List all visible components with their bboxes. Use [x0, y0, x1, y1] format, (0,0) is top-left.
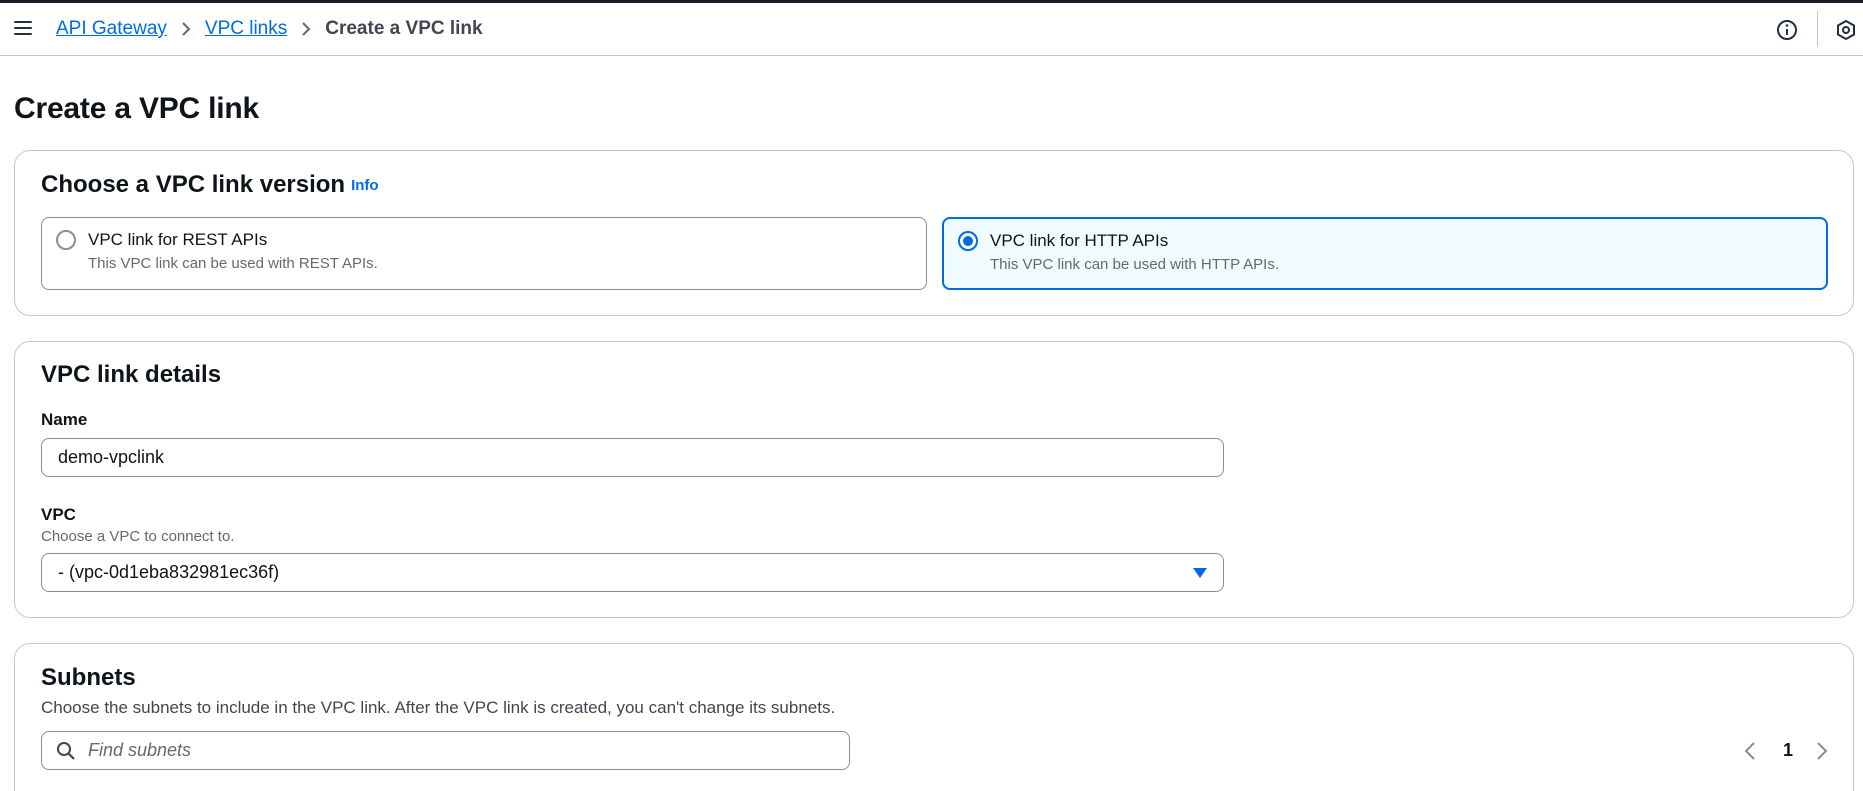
hamburger-menu-icon[interactable]	[14, 21, 32, 37]
option-http-apis-description: This VPC link can be used with HTTP APIs…	[990, 256, 1280, 273]
breadcrumb: API Gateway VPC links Create a VPC link	[56, 17, 483, 41]
chevron-right-icon[interactable]	[1815, 741, 1829, 761]
top-navigation-bar: API Gateway VPC links Create a VPC link	[0, 3, 1863, 56]
vpc-field-description: Choose a VPC to connect to.	[41, 528, 235, 545]
vpc-select[interactable]: - (vpc-0d1eba832981ec36f)	[41, 553, 1224, 592]
pagination-current-page[interactable]: 1	[1783, 740, 1793, 761]
details-section-title: VPC link details	[41, 361, 222, 388]
subnets-section-description: Choose the subnets to include in the VPC…	[41, 698, 836, 717]
vpc-field-label: VPC	[41, 505, 76, 524]
version-section-title: Choose a VPC link version	[41, 171, 346, 198]
option-rest-apis-description: This VPC link can be used with REST APIs…	[88, 255, 378, 272]
page-title: Create a VPC link	[14, 92, 260, 125]
header-divider	[1817, 11, 1818, 47]
hexagon-settings-icon[interactable]	[1835, 19, 1857, 41]
chevron-left-icon[interactable]	[1743, 741, 1757, 761]
breadcrumb-link-api-gateway[interactable]: API Gateway	[56, 18, 167, 40]
name-input[interactable]	[41, 438, 1224, 477]
radio-rest-apis[interactable]	[56, 230, 76, 250]
search-icon	[57, 742, 75, 760]
info-circle-icon[interactable]	[1776, 19, 1798, 41]
find-subnets-input[interactable]	[88, 732, 828, 768]
option-rest-apis-label: VPC link for REST APIs	[88, 230, 268, 249]
option-http-apis[interactable]: VPC link for HTTP APIs This VPC link can…	[942, 217, 1828, 290]
vpc-link-details-card: VPC link details Name VPC Choose a VPC t…	[14, 341, 1854, 618]
vpc-select-value: - (vpc-0d1eba832981ec36f)	[58, 562, 280, 582]
subnets-card: Subnets Choose the subnets to include in…	[14, 643, 1854, 791]
name-field-label: Name	[41, 410, 88, 429]
caret-down-icon	[1193, 568, 1207, 578]
chevron-right-icon	[302, 22, 311, 36]
breadcrumb-current-page: Create a VPC link	[325, 18, 483, 39]
info-link[interactable]: Info	[351, 177, 379, 194]
chevron-right-icon	[182, 22, 191, 36]
option-rest-apis[interactable]: VPC link for REST APIs This VPC link can…	[41, 217, 927, 290]
find-subnets-search[interactable]	[41, 731, 850, 770]
radio-http-apis[interactable]	[958, 231, 978, 251]
subnets-section-title: Subnets	[41, 664, 136, 691]
breadcrumb-link-vpc-links[interactable]: VPC links	[205, 18, 287, 40]
option-http-apis-label: VPC link for HTTP APIs	[990, 231, 1169, 250]
version-section-header: Choose a VPC link version Info	[41, 171, 379, 199]
vpc-link-version-card: Choose a VPC link version Info VPC link f…	[14, 150, 1854, 316]
